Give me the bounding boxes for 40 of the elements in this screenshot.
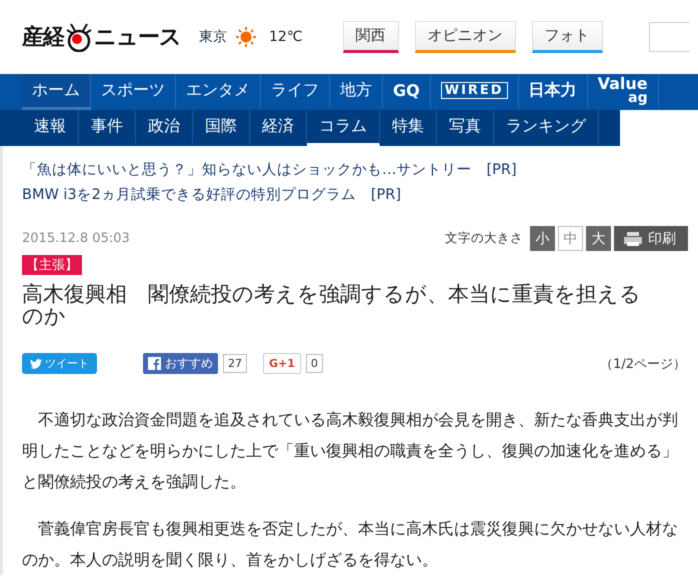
logo-text: 産経 [22,24,64,52]
city-label: 東京 [199,28,227,46]
font-size-button[interactable]: 中 [558,226,583,251]
pr-link[interactable]: BMW i3を2ヵ月試乗できる好評の特別プログラム [PR] [22,183,698,208]
gplus-count: 0 [306,354,323,373]
date: 2015.12.8 05:03 [22,231,130,246]
subnav-item[interactable]: 国際 [193,110,250,146]
nav-item[interactable]: ホーム [22,74,91,110]
printer-icon [624,230,642,246]
sun-icon [235,26,257,48]
logo-icon [66,22,92,52]
header-tab[interactable]: オピニオン [414,21,516,53]
page-indicator: （1/2ページ） [600,356,686,372]
print-button[interactable]: 印刷 [614,226,688,251]
font-size-button[interactable]: 大 [586,226,611,251]
header-tab[interactable]: フォト [532,21,603,53]
article-paragraph: 菅義偉官房長官も復興相更迭を否定したが、本当に高木氏は震災復興に欠かせない人材なのか。本人の説明を聞く限り、首をかしげざるを得ない。 [22,518,679,571]
subnav-item[interactable]: 特集 [380,110,437,146]
logo-text: ニュース [94,24,181,52]
temperature: 12℃ [269,29,303,45]
search-field[interactable] [648,22,690,52]
subnav-item[interactable]: ランキング [494,110,599,146]
facebook-icon [148,357,161,370]
like-button[interactable]: おすすめ [143,353,218,374]
subnav-item[interactable]: 政治 [136,110,193,146]
gplus-button[interactable]: G+1 [263,353,301,374]
header-tab[interactable]: 関西 [342,21,399,53]
bird-icon [30,358,42,368]
subnav-item[interactable]: 事件 [79,110,136,146]
subnav-item[interactable]: コラム [307,110,380,146]
article-title: 高木復興相 閣僚続投の考えを強調するが、本当に重責を担えるのか [22,283,642,327]
subnav-item[interactable]: 写真 [437,110,494,146]
subnav-item[interactable]: 速報 [22,110,79,146]
like-count: 27 [223,354,247,373]
font-size-button[interactable]: 小 [530,226,555,251]
subnav-item[interactable]: 経済 [250,110,307,146]
font-size-label: 文字の大きさ [445,230,523,247]
category-tag: 【主張】 [22,255,82,275]
pr-link[interactable]: 「魚は体にいいと思う？」知らない人はショックかも…サントリー [PR] [22,158,698,183]
article-paragraph: 不適切な政治資金問題を追及されている高木毅復興相が会見を開き、新たな香典支出が判明したことなどを明らかにした上で「重い復興相の職責を全うし、復興の加速化を進める」と閣僚続投の考えを強調した。 [22,409,679,493]
